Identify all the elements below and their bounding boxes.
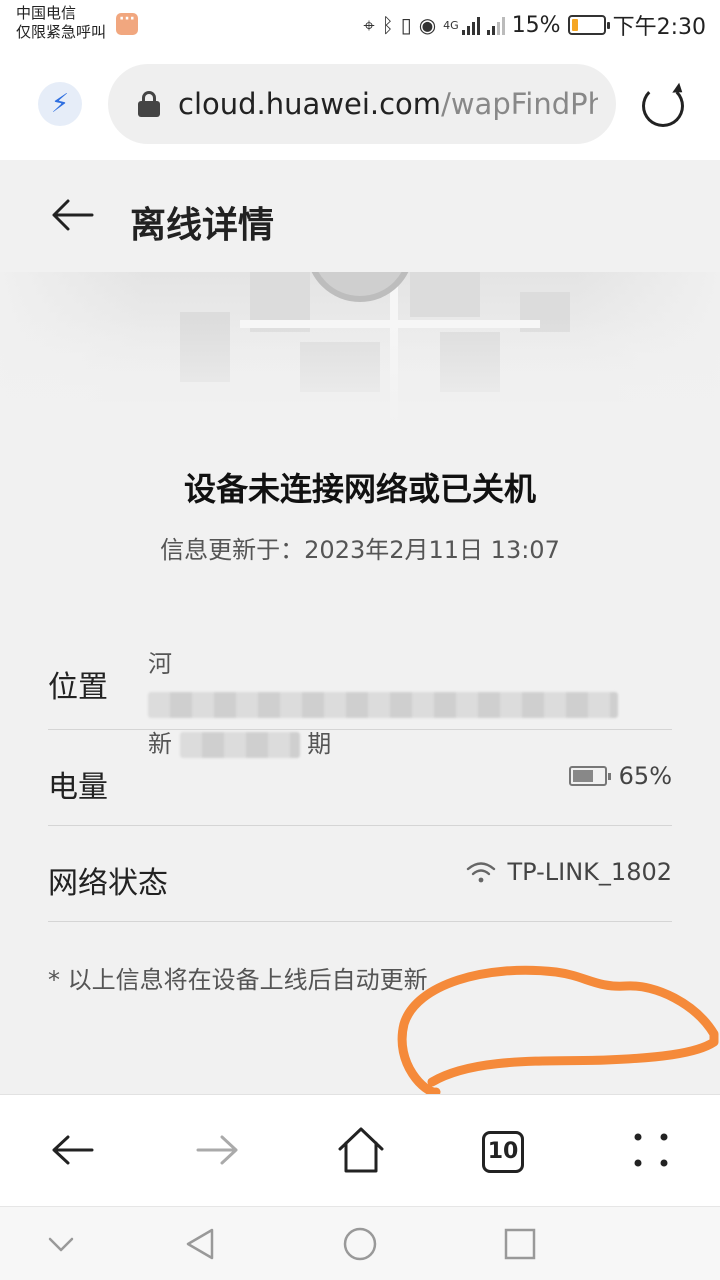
- more-menu-icon[interactable]: [626, 1125, 676, 1175]
- offline-headline: 设备未连接网络或已关机: [183, 470, 536, 508]
- signal-icon-sim2: [486, 15, 505, 35]
- battery-icon: [567, 15, 610, 35]
- eye-comfort-icon: ◉: [418, 13, 437, 37]
- carrier-info: 中国电信 仅限紧急呼叫: [16, 4, 106, 42]
- hide-nav-chevron-icon[interactable]: [44, 1227, 78, 1261]
- battery-row: 电量 65%: [48, 730, 672, 826]
- message-notification-icon: [116, 11, 138, 35]
- battery-value: 65%: [618, 762, 672, 790]
- network-type: 4G: [443, 18, 459, 32]
- nav-back-icon[interactable]: [184, 1227, 218, 1261]
- orange-circle-annotation: [397, 965, 719, 1097]
- status-icons: ⌖ ᛒ ▯ ◉ 4G 15% 下午2:30: [363, 10, 706, 41]
- reload-icon[interactable]: [642, 85, 684, 127]
- url-text[interactable]: cloud.huawei.com/wapFindPh: [178, 87, 598, 121]
- clock: 下午2:30: [612, 15, 706, 40]
- battery-value-group: 65%: [568, 762, 672, 790]
- lightning-icon[interactable]: ⚡: [38, 82, 82, 126]
- page-content: 离线详情 设备未连接网络或已关机 信息更新于：2023年2月11日 13:07 …: [0, 160, 720, 1097]
- wifi-icon: [466, 862, 495, 883]
- network-label: 网络状态: [48, 866, 168, 901]
- update-timestamp: 信息更新于：2023年2月11日 13:07: [160, 536, 560, 564]
- network-value-group: TP-LINK_1802: [466, 858, 672, 886]
- carrier-status: 仅限紧急呼叫: [16, 23, 107, 41]
- back-arrow-icon[interactable]: [50, 198, 94, 232]
- url-host: cloud.huawei.com: [178, 87, 442, 121]
- location-label: 位置: [48, 670, 108, 705]
- address-bar[interactable]: cloud.huawei.com/wapFindPh: [108, 64, 616, 144]
- url-path: /wapFindPh: [441, 87, 598, 121]
- redacted-address: [148, 692, 618, 718]
- status-bar: 中国电信 仅限紧急呼叫 ⌖ ᛒ ▯ ◉ 4G 15% 下午2:30: [0, 0, 720, 52]
- location-row: 位置 河 新 期: [48, 630, 672, 758]
- battery-label: 电量: [48, 770, 108, 805]
- browser-toolbar: 10: [0, 1094, 720, 1206]
- battery-percent: 15%: [511, 12, 561, 38]
- nav-home-icon[interactable]: [343, 1227, 377, 1261]
- map-thumbnail: [0, 272, 720, 422]
- system-navigation-bar: [0, 1206, 720, 1280]
- network-value: TP-LINK_1802: [507, 858, 672, 886]
- vibrate-icon: ▯: [400, 13, 412, 37]
- location-line1-start: 河: [148, 650, 172, 678]
- battery-level-icon: [568, 766, 611, 786]
- tab-count-button[interactable]: 10: [482, 1131, 524, 1173]
- toolbar-forward-icon[interactable]: [192, 1125, 242, 1175]
- location-icon: ⌖: [363, 13, 375, 37]
- bluetooth-icon: ᛒ: [381, 13, 394, 37]
- toolbar-back-icon[interactable]: [48, 1125, 98, 1175]
- carrier-name: 中国电信: [16, 4, 77, 22]
- page-title: 离线详情: [130, 205, 275, 246]
- network-row: 网络状态 TP-LINK_1802: [48, 826, 672, 922]
- toolbar-home-icon[interactable]: [336, 1125, 386, 1175]
- signal-icon-sim1: [461, 15, 480, 35]
- lock-icon: [138, 91, 160, 117]
- update-note: * 以上信息将在设备上线后自动更新: [48, 966, 428, 994]
- nav-recents-icon[interactable]: [503, 1227, 537, 1261]
- browser-address-area: ⚡ cloud.huawei.com/wapFindPh: [0, 52, 720, 160]
